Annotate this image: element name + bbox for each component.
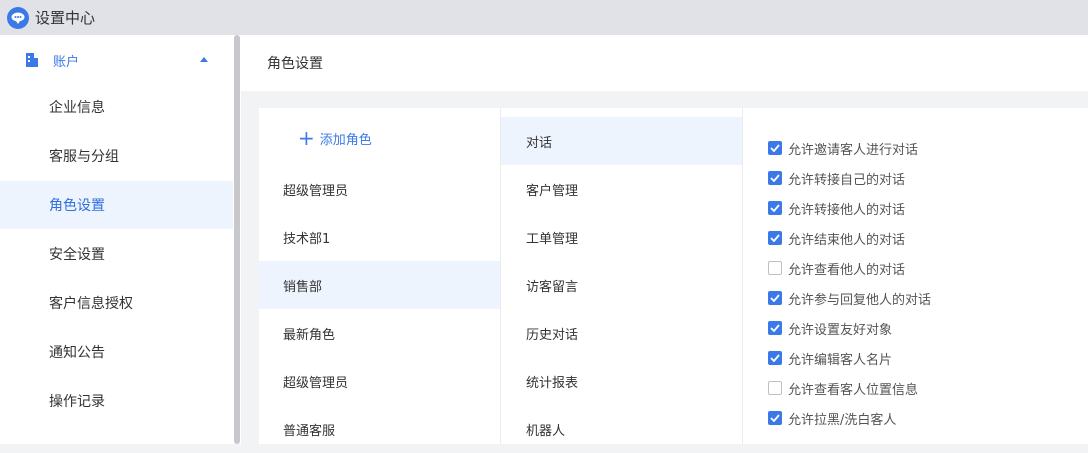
permission-checkbox[interactable]: 允许拉黑/洗白客人 bbox=[768, 408, 896, 428]
checkbox[interactable] bbox=[768, 141, 782, 155]
module-list: 对话 客户管理 工单管理 访客留言 历史对话 统计报表 机器人 bbox=[500, 108, 743, 444]
role-item[interactable]: 普通客服 bbox=[259, 405, 500, 453]
sidebar-item-operation-log[interactable]: 操作记录 bbox=[0, 377, 233, 425]
module-item[interactable]: 统计报表 bbox=[501, 357, 743, 405]
role-item[interactable]: 超级管理员 bbox=[259, 357, 500, 405]
caret-up-icon[interactable] bbox=[199, 55, 209, 63]
window-title: 设置中心 bbox=[35, 9, 96, 27]
permission-checkbox[interactable]: 允许邀请客人进行对话 bbox=[768, 138, 918, 158]
permission-checkbox[interactable]: 允许转接他人的对话 bbox=[768, 198, 905, 218]
module-item[interactable]: 历史对话 bbox=[501, 309, 743, 357]
plus-icon: + bbox=[298, 126, 315, 150]
checkbox[interactable] bbox=[768, 261, 782, 275]
sidebar-item-agents-groups[interactable]: 客服与分组 bbox=[0, 132, 233, 180]
sidebar-item-security[interactable]: 安全设置 bbox=[0, 230, 233, 278]
checkbox[interactable] bbox=[768, 171, 782, 185]
module-item[interactable]: 对话 bbox=[501, 117, 743, 165]
permission-checkbox[interactable]: 允许结束他人的对话 bbox=[768, 228, 905, 248]
app-logo-icon bbox=[7, 6, 29, 29]
checkbox[interactable] bbox=[768, 351, 782, 365]
role-item[interactable]: 销售部 bbox=[259, 261, 500, 309]
page-title: 角色设置 bbox=[267, 56, 323, 72]
module-item[interactable]: 工单管理 bbox=[501, 213, 743, 261]
module-item[interactable]: 客户管理 bbox=[501, 165, 743, 213]
permission-checkbox[interactable]: 允许查看客人位置信息 bbox=[768, 378, 918, 398]
permission-checkbox[interactable]: 允许编辑客人名片 bbox=[768, 348, 892, 368]
checkbox[interactable] bbox=[768, 321, 782, 335]
building-icon bbox=[26, 53, 38, 67]
page-header: 角色设置 bbox=[241, 35, 1088, 91]
permission-list: 允许邀请客人进行对话 允许转接自己的对话 允许转接他人的对话 允许结束他人的对话… bbox=[742, 108, 1088, 444]
checkbox[interactable] bbox=[768, 201, 782, 215]
role-list: + 添加角色 超级管理员 技术部1 销售部 最新角色 超级管理员 普通客服 bbox=[259, 108, 500, 444]
sidebar: 账户 企业信息 客服与分组 角色设置 安全设置 客户信息授权 通知公告 操作记录 bbox=[0, 35, 233, 444]
sidebar-group-label: 账户 bbox=[53, 55, 80, 70]
sidebar-scrollbar[interactable] bbox=[233, 35, 241, 444]
role-item[interactable]: 最新角色 bbox=[259, 309, 500, 357]
permission-checkbox[interactable]: 允许参与回复他人的对话 bbox=[768, 288, 931, 308]
sidebar-item-notices[interactable]: 通知公告 bbox=[0, 328, 233, 376]
sidebar-item-customer-auth[interactable]: 客户信息授权 bbox=[0, 279, 233, 327]
checkbox[interactable] bbox=[768, 381, 782, 395]
checkbox[interactable] bbox=[768, 411, 782, 425]
permission-checkbox[interactable]: 允许查看他人的对话 bbox=[768, 258, 905, 278]
permission-checkbox[interactable]: 允许设置友好对象 bbox=[768, 318, 892, 338]
role-item[interactable]: 技术部1 bbox=[259, 213, 500, 261]
permission-checkbox[interactable]: 允许转接自己的对话 bbox=[768, 168, 905, 188]
checkbox[interactable] bbox=[768, 291, 782, 305]
role-item[interactable]: 超级管理员 bbox=[259, 165, 500, 213]
scrollbar-thumb[interactable] bbox=[234, 35, 240, 444]
module-item[interactable]: 机器人 bbox=[501, 405, 743, 453]
add-role-button[interactable]: + 添加角色 bbox=[298, 126, 372, 150]
title-bar: 设置中心 bbox=[0, 0, 1088, 35]
sidebar-item-company-info[interactable]: 企业信息 bbox=[0, 83, 233, 131]
module-item[interactable]: 访客留言 bbox=[501, 261, 743, 309]
checkbox[interactable] bbox=[768, 231, 782, 245]
sidebar-item-role-settings[interactable]: 角色设置 bbox=[0, 181, 233, 229]
add-role-label: 添加角色 bbox=[319, 132, 372, 148]
sidebar-group-account[interactable]: 账户 bbox=[0, 35, 233, 83]
